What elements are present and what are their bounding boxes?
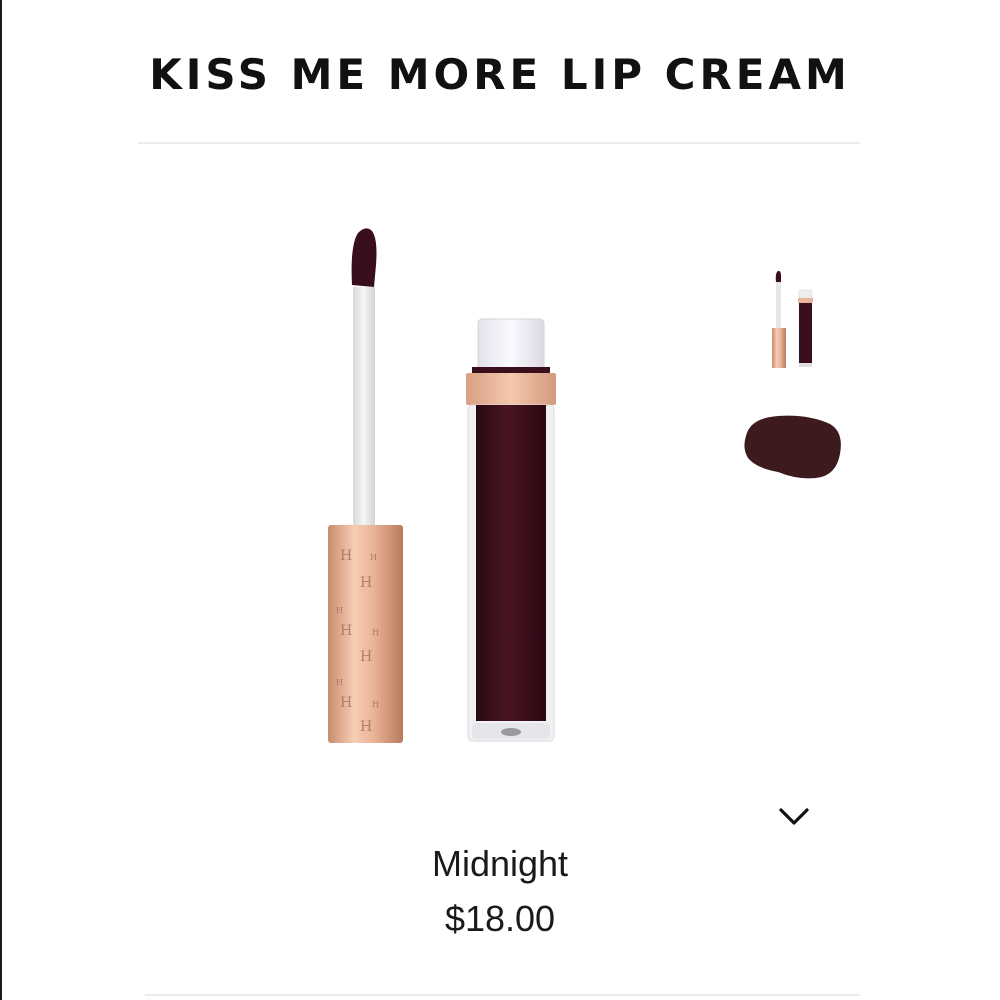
svg-text:H: H [340, 695, 352, 711]
svg-text:H: H [336, 678, 343, 687]
svg-text:H: H [340, 548, 352, 564]
lip-cream-tube [466, 318, 556, 742]
product-thumbnail[interactable] [760, 268, 820, 370]
applicator-wand: H H H H H H H H H H H [328, 228, 403, 743]
chevron-down-icon[interactable] [776, 802, 812, 832]
bottom-divider [145, 994, 860, 996]
swatch-thumbnail[interactable] [738, 406, 848, 486]
product-main-image: H H H H H H H H H H H [328, 228, 556, 743]
svg-text:H: H [370, 553, 377, 562]
svg-text:H: H [372, 628, 379, 637]
product-price: $18.00 [444, 898, 556, 939]
svg-text:H: H [360, 649, 372, 665]
shade-name: Midnight [431, 843, 569, 884]
title-divider [138, 142, 860, 144]
svg-text:H: H [372, 700, 379, 709]
product-page: KISS ME MORE LIP CREAM H H H H H H H H H… [0, 0, 1000, 1000]
product-title: KISS ME MORE LIP CREAM [149, 50, 851, 99]
svg-text:H: H [360, 575, 372, 591]
svg-text:H: H [340, 623, 352, 639]
svg-text:H: H [360, 719, 372, 735]
svg-text:H: H [336, 606, 343, 615]
